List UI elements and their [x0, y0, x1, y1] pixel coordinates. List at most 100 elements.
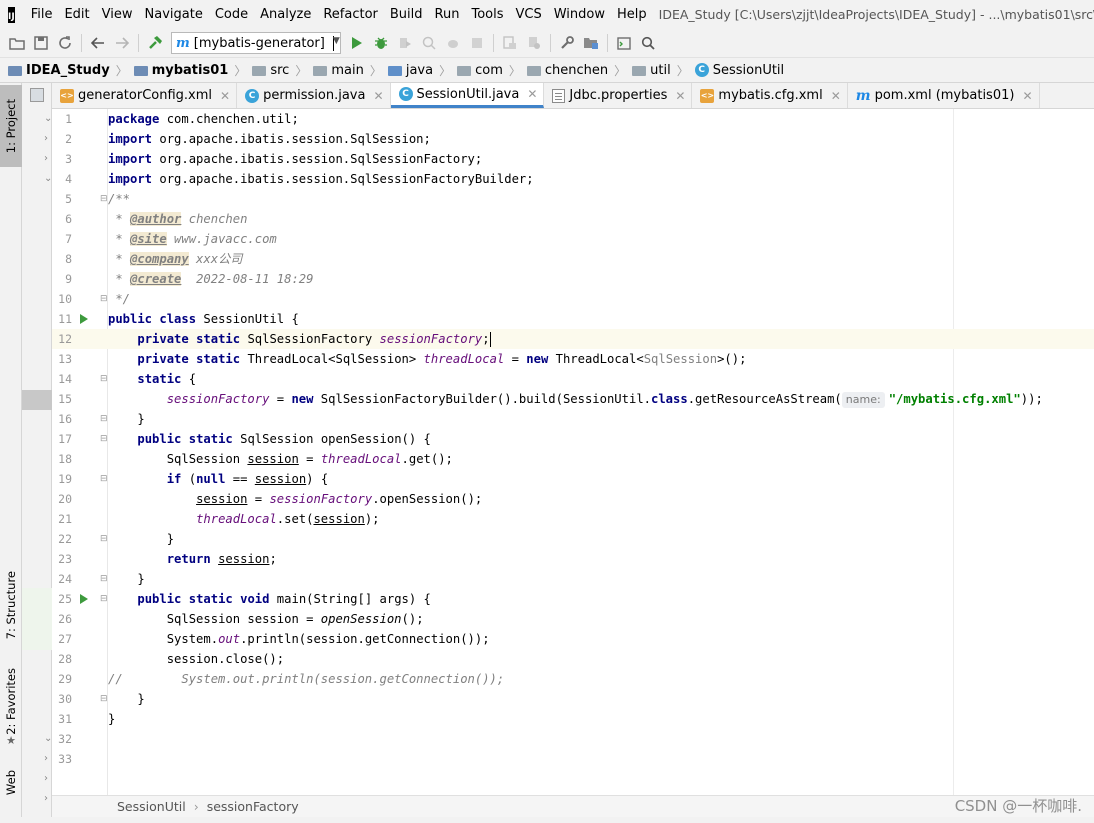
breadcrumb-class[interactable]: C SessionUtil [694, 63, 784, 78]
panel-layout-icon[interactable] [30, 88, 44, 102]
fold-marker-icon[interactable]: ⊟ [100, 409, 108, 429]
stop-icon[interactable] [466, 32, 488, 54]
breadcrumb-module[interactable]: mybatis01 [133, 63, 228, 78]
breadcrumb-field[interactable]: sessionFactory [207, 799, 299, 814]
breadcrumb-chenchen[interactable]: chenchen [526, 63, 608, 78]
line-number: 6 [65, 212, 72, 226]
close-icon[interactable]: ✕ [527, 87, 537, 101]
line-number: 19 [58, 472, 72, 486]
menu-vcs[interactable]: VCS [510, 7, 548, 22]
tab-pom-xml[interactable]: m pom.xml (mybatis01) ✕ [848, 83, 1040, 108]
back-icon[interactable] [87, 32, 109, 54]
sync-icon[interactable] [54, 32, 76, 54]
favorites-tool-tab[interactable]: 2: Favorites [0, 665, 22, 737]
save-all-icon[interactable] [30, 32, 52, 54]
close-icon[interactable]: ✕ [373, 89, 383, 103]
maven-icon: m [176, 35, 190, 51]
menu-bar: IJ File Edit View Navigate Code Analyze … [0, 0, 1094, 29]
project-tool-tab[interactable]: 1: Project [0, 85, 22, 167]
close-icon[interactable]: ✕ [220, 89, 230, 103]
line-number: 30 [58, 692, 72, 706]
close-icon[interactable]: ✕ [675, 89, 685, 103]
run-configuration-select[interactable]: m [mybatis-generator] ▼ [171, 32, 342, 54]
breadcrumb-util[interactable]: util [632, 63, 671, 78]
debug-icon[interactable] [370, 32, 392, 54]
line-number: 16 [58, 412, 72, 426]
breadcrumb-class[interactable]: SessionUtil [117, 799, 186, 814]
menu-code[interactable]: Code [209, 7, 254, 22]
project-structure-icon[interactable] [580, 32, 602, 54]
terminal-window-icon[interactable] [613, 32, 635, 54]
run-config-label: [mybatis-generator] [193, 35, 325, 51]
code-text-area[interactable]: package com.chenchen.util; import org.ap… [108, 109, 1094, 795]
line-number: 13 [58, 352, 72, 366]
run-gutter-icon[interactable] [80, 594, 88, 604]
tab-mybatis-cfg-xml[interactable]: <> mybatis.cfg.xml ✕ [692, 83, 848, 108]
folder-icon [8, 66, 22, 76]
web-tool-tab[interactable]: Web [0, 763, 22, 803]
line-number: 21 [58, 512, 72, 526]
chevron-right-icon[interactable]: › [44, 153, 48, 164]
code-editor[interactable]: 1 2 3 4 5 6 7 8 9 10 11 12 13 14 15 16 1… [52, 109, 1094, 795]
fold-marker-icon[interactable]: ⊟ [100, 369, 108, 389]
code-line: threadLocal.set(session); [196, 512, 380, 526]
run-coverage-icon[interactable] [394, 32, 416, 54]
breadcrumb-main[interactable]: main [313, 63, 364, 78]
breadcrumb-java[interactable]: java [387, 63, 433, 78]
menu-file[interactable]: File [25, 7, 59, 22]
tab-sessionutil-java[interactable]: C SessionUtil.java ✕ [390, 83, 545, 108]
build-hammer-icon[interactable] [144, 32, 166, 54]
update-running-icon[interactable] [499, 32, 521, 54]
fold-marker-icon[interactable]: ⊟ [100, 289, 108, 309]
folder-icon [252, 66, 267, 76]
close-icon[interactable]: ✕ [831, 89, 841, 103]
repository-icon[interactable] [523, 32, 545, 54]
chevron-right-icon[interactable]: › [44, 133, 48, 144]
forward-icon[interactable] [111, 32, 133, 54]
chevron-right-icon[interactable]: › [44, 753, 48, 764]
run-gutter-icon[interactable] [80, 314, 88, 324]
tab-generatorconfig-xml[interactable]: <> generatorConfig.xml ✕ [52, 83, 238, 108]
menu-tools[interactable]: Tools [465, 7, 509, 22]
line-number: 32 [58, 732, 72, 746]
folder-icon [313, 66, 328, 76]
open-folder-icon[interactable] [6, 32, 28, 54]
structure-tool-tab[interactable]: 7: Structure [0, 565, 22, 645]
attach-icon[interactable] [442, 32, 464, 54]
menu-analyze[interactable]: Analyze [254, 7, 317, 22]
code-line: SqlSession session = threadLocal.get(); [166, 452, 453, 466]
editor-gutter: 1 2 3 4 5 6 7 8 9 10 11 12 13 14 15 16 1… [52, 109, 108, 795]
breadcrumb-src[interactable]: src [252, 63, 289, 78]
tab-permission-java[interactable]: C permission.java ✕ [237, 83, 391, 108]
fold-marker-icon[interactable]: ⊟ [100, 189, 108, 209]
chevron-right-icon: 〉 [614, 63, 627, 78]
fold-marker-icon[interactable]: ⊟ [100, 469, 108, 489]
fold-marker-icon[interactable]: ⊟ [100, 569, 108, 589]
fold-marker-icon[interactable]: ⊟ [100, 689, 108, 709]
toolbar-separator [493, 34, 495, 52]
breadcrumb-project[interactable]: IDEA_Study [8, 63, 110, 78]
chevron-right-icon[interactable]: › [44, 793, 48, 804]
breadcrumb-com[interactable]: com [457, 63, 503, 78]
menu-build[interactable]: Build [384, 7, 429, 22]
settings-wrench-icon[interactable] [556, 32, 578, 54]
menu-edit[interactable]: Edit [58, 7, 95, 22]
fold-marker-icon[interactable]: ⊟ [100, 429, 108, 449]
close-icon[interactable]: ✕ [1022, 89, 1032, 103]
profile-icon[interactable] [418, 32, 440, 54]
chevron-right-icon[interactable]: › [44, 773, 48, 784]
search-icon[interactable] [637, 32, 659, 54]
menu-view[interactable]: View [96, 7, 139, 22]
fold-marker-icon[interactable]: ⊟ [100, 529, 108, 549]
menu-navigate[interactable]: Navigate [139, 7, 209, 22]
tab-jdbc-properties[interactable]: Jdbc.properties ✕ [544, 83, 693, 108]
selected-tree-row [22, 390, 52, 410]
menu-help[interactable]: Help [611, 7, 653, 22]
fold-marker-icon[interactable]: ⊟ [100, 589, 108, 609]
chevron-right-icon: 〉 [676, 63, 689, 78]
window-title: IDEA_Study [C:\Users\zjjt\IdeaProjects\I… [658, 7, 1094, 22]
menu-refactor[interactable]: Refactor [317, 7, 384, 22]
run-icon[interactable] [346, 32, 368, 54]
menu-run[interactable]: Run [429, 7, 466, 22]
menu-window[interactable]: Window [548, 7, 611, 22]
